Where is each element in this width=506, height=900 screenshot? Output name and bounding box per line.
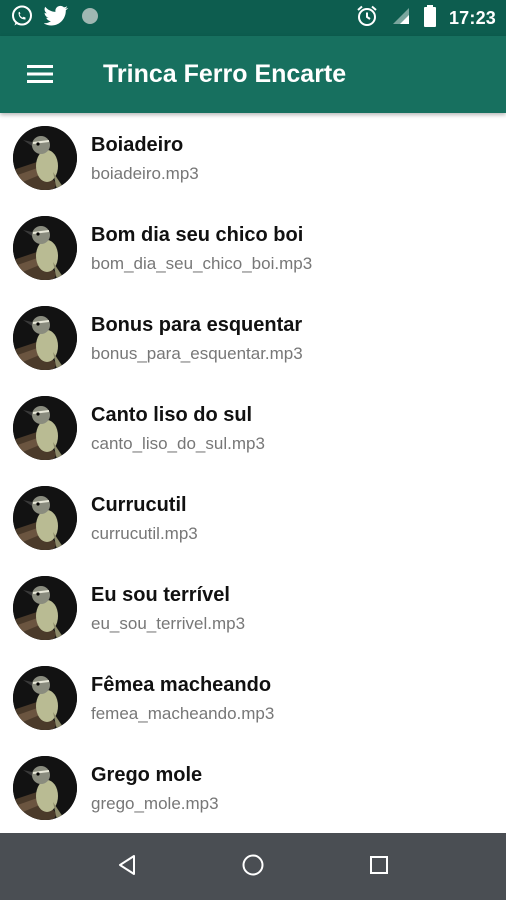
track-filename: boiadeiro.mp3 <box>91 164 199 183</box>
track-title: Boiadeiro <box>91 134 184 156</box>
bird-avatar-icon <box>13 576 77 640</box>
track-title: Grego mole <box>91 764 203 786</box>
hamburger-menu-icon <box>27 64 53 89</box>
bird-avatar-icon <box>13 486 77 550</box>
bird-avatar-icon <box>13 216 77 280</box>
list-item[interactable]: Grego mole grego_mole.mp3 <box>0 743 506 833</box>
track-filename: femea_macheando.mp3 <box>91 704 275 723</box>
track-title: Bom dia seu chico boi <box>91 224 304 246</box>
list-item[interactable]: Boiadeiro boiadeiro.mp3 <box>0 113 506 203</box>
signal-icon <box>391 6 411 31</box>
home-button[interactable] <box>231 845 275 889</box>
track-filename: currucutil.mp3 <box>91 524 198 543</box>
track-title: Canto liso do sul <box>91 404 253 426</box>
track-title: Currucutil <box>91 494 187 516</box>
notification-dot-icon <box>80 6 100 31</box>
status-system-icons: 17:23 <box>355 4 496 33</box>
menu-button[interactable] <box>22 58 58 94</box>
twitter-icon <box>43 5 70 32</box>
track-title: Eu sou terrível <box>91 584 230 606</box>
bird-avatar-icon <box>13 756 77 820</box>
track-filename: eu_sou_terrivel.mp3 <box>91 614 246 633</box>
bird-avatar-icon <box>13 306 77 370</box>
back-button[interactable] <box>105 845 149 889</box>
track-title: Fêmea macheando <box>91 674 272 696</box>
status-bar: 17:23 <box>0 0 506 36</box>
track-title: Bonus para esquentar <box>91 314 303 336</box>
list-item[interactable]: Fêmea macheando femea_macheando.mp3 <box>0 653 506 743</box>
list-item[interactable]: Currucutil currucutil.mp3 <box>0 473 506 563</box>
alarm-icon <box>355 4 379 33</box>
navigation-bar <box>0 833 506 900</box>
status-time: 17:23 <box>448 7 496 28</box>
app-title: Trinca Ferro Encarte <box>103 60 347 88</box>
list-item[interactable]: Bom dia seu chico boi bom_dia_seu_chico_… <box>0 203 506 293</box>
back-icon <box>116 854 138 881</box>
track-filename: grego_mole.mp3 <box>91 794 219 813</box>
bird-avatar-icon <box>13 126 77 190</box>
list-item[interactable]: Eu sou terrível eu_sou_terrivel.mp3 <box>0 563 506 653</box>
recents-icon <box>369 855 389 880</box>
status-notification-icons <box>10 4 100 33</box>
app-bar: Trinca Ferro Encarte <box>0 36 506 113</box>
home-icon <box>241 853 265 882</box>
recents-button[interactable] <box>357 845 401 889</box>
bird-avatar-icon <box>13 666 77 730</box>
list-item[interactable]: Bonus para esquentar bonus_para_esquenta… <box>0 293 506 383</box>
bird-avatar-icon <box>13 396 77 460</box>
track-list[interactable]: Boiadeiro boiadeiro.mp3 Bom dia seu chic… <box>0 113 506 833</box>
track-filename: bonus_para_esquentar.mp3 <box>91 344 303 363</box>
list-item[interactable]: Canto liso do sul canto_liso_do_sul.mp3 <box>0 383 506 473</box>
whatsapp-icon <box>10 4 34 33</box>
track-filename: canto_liso_do_sul.mp3 <box>91 434 265 453</box>
battery-icon <box>423 4 437 33</box>
track-filename: bom_dia_seu_chico_boi.mp3 <box>91 254 313 273</box>
